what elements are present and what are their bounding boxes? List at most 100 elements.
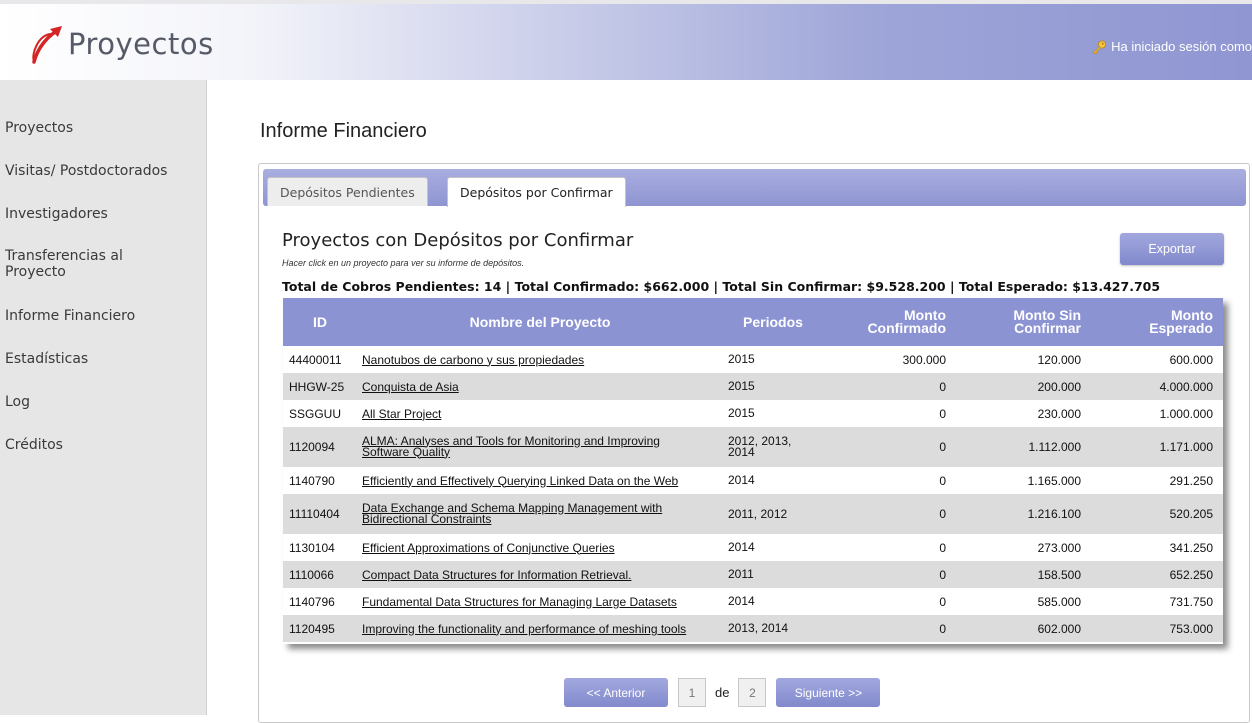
- cell-periods: 2011: [728, 567, 754, 581]
- project-link[interactable]: Efficiently and Effectively Querying Lin…: [362, 475, 678, 487]
- cell-periods: 2015: [728, 406, 755, 420]
- total-pages-box: 2: [738, 678, 767, 707]
- tab-bar: Depósitos Pendientes Depósitos por Confi…: [263, 169, 1246, 207]
- project-link[interactable]: Data Exchange and Schema Mapping Managem…: [362, 502, 662, 525]
- cell-expected: 753.000: [1169, 621, 1213, 636]
- key-icon: [1092, 40, 1107, 54]
- cell-periods: 2015: [728, 379, 755, 393]
- sidebar: Proyectos Visitas/ Postdoctorados Invest…: [0, 80, 207, 715]
- table-row[interactable]: 44400011 Nanotubos de carbono y sus propi…: [283, 346, 1223, 373]
- cell-confirmed: 0: [939, 540, 946, 555]
- project-link[interactable]: Nanotubos de carbono y sus propiedades: [362, 354, 584, 366]
- cell-expected: 291.250: [1169, 473, 1213, 488]
- session-text: Ha iniciado sesión como: [1111, 39, 1252, 54]
- sidebar-item-investigadores[interactable]: Investigadores: [5, 206, 200, 222]
- project-link[interactable]: Efficient Approximations of Conjunctive …: [362, 542, 615, 554]
- sidebar-item-visitas[interactable]: Visitas/ Postdoctorados: [5, 163, 200, 179]
- session-info[interactable]: Ha iniciado sesión como: [1091, 39, 1252, 54]
- table-row[interactable]: 1140790 Efficiently and Effectively Query…: [283, 467, 1223, 494]
- table-row[interactable]: 1120094 ALMA: Analyses and Tools for Moni…: [283, 427, 1223, 467]
- cell-id: 1140790: [289, 473, 335, 488]
- logo-text: Proyectos: [68, 27, 214, 61]
- project-link[interactable]: All Star Project: [362, 408, 441, 420]
- cell-confirmed: 0: [939, 473, 946, 488]
- col-header-confirmed[interactable]: Monto Confirmado: [823, 298, 956, 346]
- col-header-unconfirmed[interactable]: Monto Sin Confirmar: [956, 298, 1091, 346]
- sidebar-item-transferencias[interactable]: Transferencias al Proyecto: [5, 248, 155, 280]
- cell-confirmed: 0: [939, 379, 946, 394]
- cell-expected: 652.250: [1169, 567, 1213, 582]
- cell-expected: 731.750: [1169, 594, 1213, 609]
- cell-name: Fundamental Data Structures for Managing…: [357, 588, 723, 615]
- page-title: Informe Financiero: [260, 120, 427, 142]
- sidebar-item-creditos[interactable]: Créditos: [5, 437, 200, 453]
- sidebar-item-informe-financiero[interactable]: Informe Financiero: [5, 308, 200, 324]
- cell-expected: 520.205: [1169, 507, 1213, 521]
- col-header-expected[interactable]: Monto Esperado: [1091, 298, 1223, 346]
- cell-name: Efficiently and Effectively Querying Lin…: [357, 467, 723, 494]
- cell-periods: 2011, 2012: [728, 506, 788, 521]
- table-row[interactable]: 1140796 Fundamental Data Structures for M…: [283, 588, 1223, 615]
- pagination: << Anterior 1 de 2 Siguiente >>: [564, 678, 881, 707]
- table-row[interactable]: 1120495 Improving the functionality and p…: [283, 615, 1223, 642]
- cell-expected: 1.000.000: [1159, 406, 1213, 421]
- cell-name: Efficient Approximations of Conjunctive …: [357, 534, 723, 561]
- totals-summary: Total de Cobros Pendientes: 14 | Total C…: [282, 279, 1161, 294]
- cell-expected: 1.171.000: [1159, 440, 1213, 454]
- project-link[interactable]: Fundamental Data Structures for Managing…: [362, 596, 677, 608]
- table-row[interactable]: 11110404 Data Exchange and Schema Mapping…: [283, 494, 1223, 534]
- cell-id: 1140796: [289, 594, 335, 609]
- sidebar-item-estadisticas[interactable]: Estadísticas: [5, 351, 200, 367]
- header: Proyectos Ha iniciado sesión como: [0, 0, 1252, 80]
- cell-confirmed: 0: [939, 567, 946, 582]
- sidebar-item-proyectos[interactable]: Proyectos: [5, 120, 200, 136]
- table-row[interactable]: 1130104 Efficient Approximations of Conju…: [283, 534, 1223, 561]
- table-row[interactable]: 1110066 Compact Data Structures for Infor…: [283, 561, 1223, 588]
- col-header-id[interactable]: ID: [283, 298, 357, 346]
- cell-periods: 2013, 2014: [728, 621, 789, 635]
- tab-depositos-por-confirmar[interactable]: Depósitos por Confirmar: [447, 177, 626, 207]
- report-panel: Depósitos Pendientes Depósitos por Confi…: [258, 163, 1250, 723]
- tab-depositos-pendientes[interactable]: Depósitos Pendientes: [267, 177, 428, 206]
- cell-name: Conquista de Asia: [357, 373, 723, 400]
- next-page-button[interactable]: Siguiente >>: [776, 678, 881, 707]
- project-link[interactable]: Improving the functionality and performa…: [362, 623, 686, 635]
- cell-confirmed: 0: [939, 594, 946, 609]
- cell-unconfirmed: 120.000: [1037, 352, 1081, 367]
- sidebar-item-log[interactable]: Log: [5, 394, 200, 410]
- cell-unconfirmed: 158.500: [1037, 567, 1081, 582]
- cell-unconfirmed: 1.112.000: [1028, 440, 1082, 454]
- logo-arrow-icon: [32, 26, 62, 64]
- table-row[interactable]: HHGW-25 Conquista de Asia 2015 0 200.000 4.00…: [283, 373, 1223, 400]
- cell-id: HHGW-25: [289, 379, 345, 394]
- export-button[interactable]: Exportar: [1120, 233, 1224, 265]
- cell-name: Data Exchange and Schema Mapping Managem…: [357, 494, 723, 534]
- project-link[interactable]: Compact Data Structures for Information …: [362, 569, 631, 581]
- project-link[interactable]: Conquista de Asia: [362, 381, 459, 393]
- cell-name: Improving the functionality and performa…: [357, 615, 723, 642]
- table-row[interactable]: SSGGUU All Star Project 2015 0 230.000 1.000.…: [283, 400, 1223, 427]
- cell-id: 1110066: [289, 567, 334, 582]
- cell-unconfirmed: 602.000: [1037, 621, 1081, 636]
- cell-periods: 2014: [728, 540, 755, 554]
- cell-periods: 2014: [728, 473, 755, 487]
- cell-id: 1120495: [289, 621, 335, 636]
- col-header-name[interactable]: Nombre del Proyecto: [357, 298, 723, 346]
- current-page-box[interactable]: 1: [678, 678, 706, 707]
- cell-id: 11110404: [289, 507, 340, 521]
- pagination-of-label: de: [715, 685, 730, 700]
- project-link[interactable]: ALMA: Analyses and Tools for Monitoring …: [362, 435, 660, 458]
- cell-periods: 2012, 2013, 2014: [728, 434, 792, 459]
- logo[interactable]: Proyectos: [28, 24, 214, 64]
- cell-confirmed: 0: [939, 406, 946, 421]
- section-title: Proyectos con Depósitos por Confirmar: [282, 230, 634, 251]
- cell-name: Compact Data Structures for Information …: [357, 561, 723, 588]
- table-header-row: ID Nombre del Proyecto Periodos Monto Con…: [283, 298, 1223, 346]
- cell-id: 1120094: [289, 440, 335, 454]
- cell-confirmed: 0: [939, 507, 946, 521]
- prev-page-button[interactable]: << Anterior: [564, 678, 668, 707]
- cell-unconfirmed: 230.000: [1037, 406, 1081, 421]
- col-header-periods[interactable]: Periodos: [723, 298, 823, 346]
- cell-unconfirmed: 200.000: [1037, 379, 1081, 394]
- cell-periods: 2015: [728, 352, 755, 366]
